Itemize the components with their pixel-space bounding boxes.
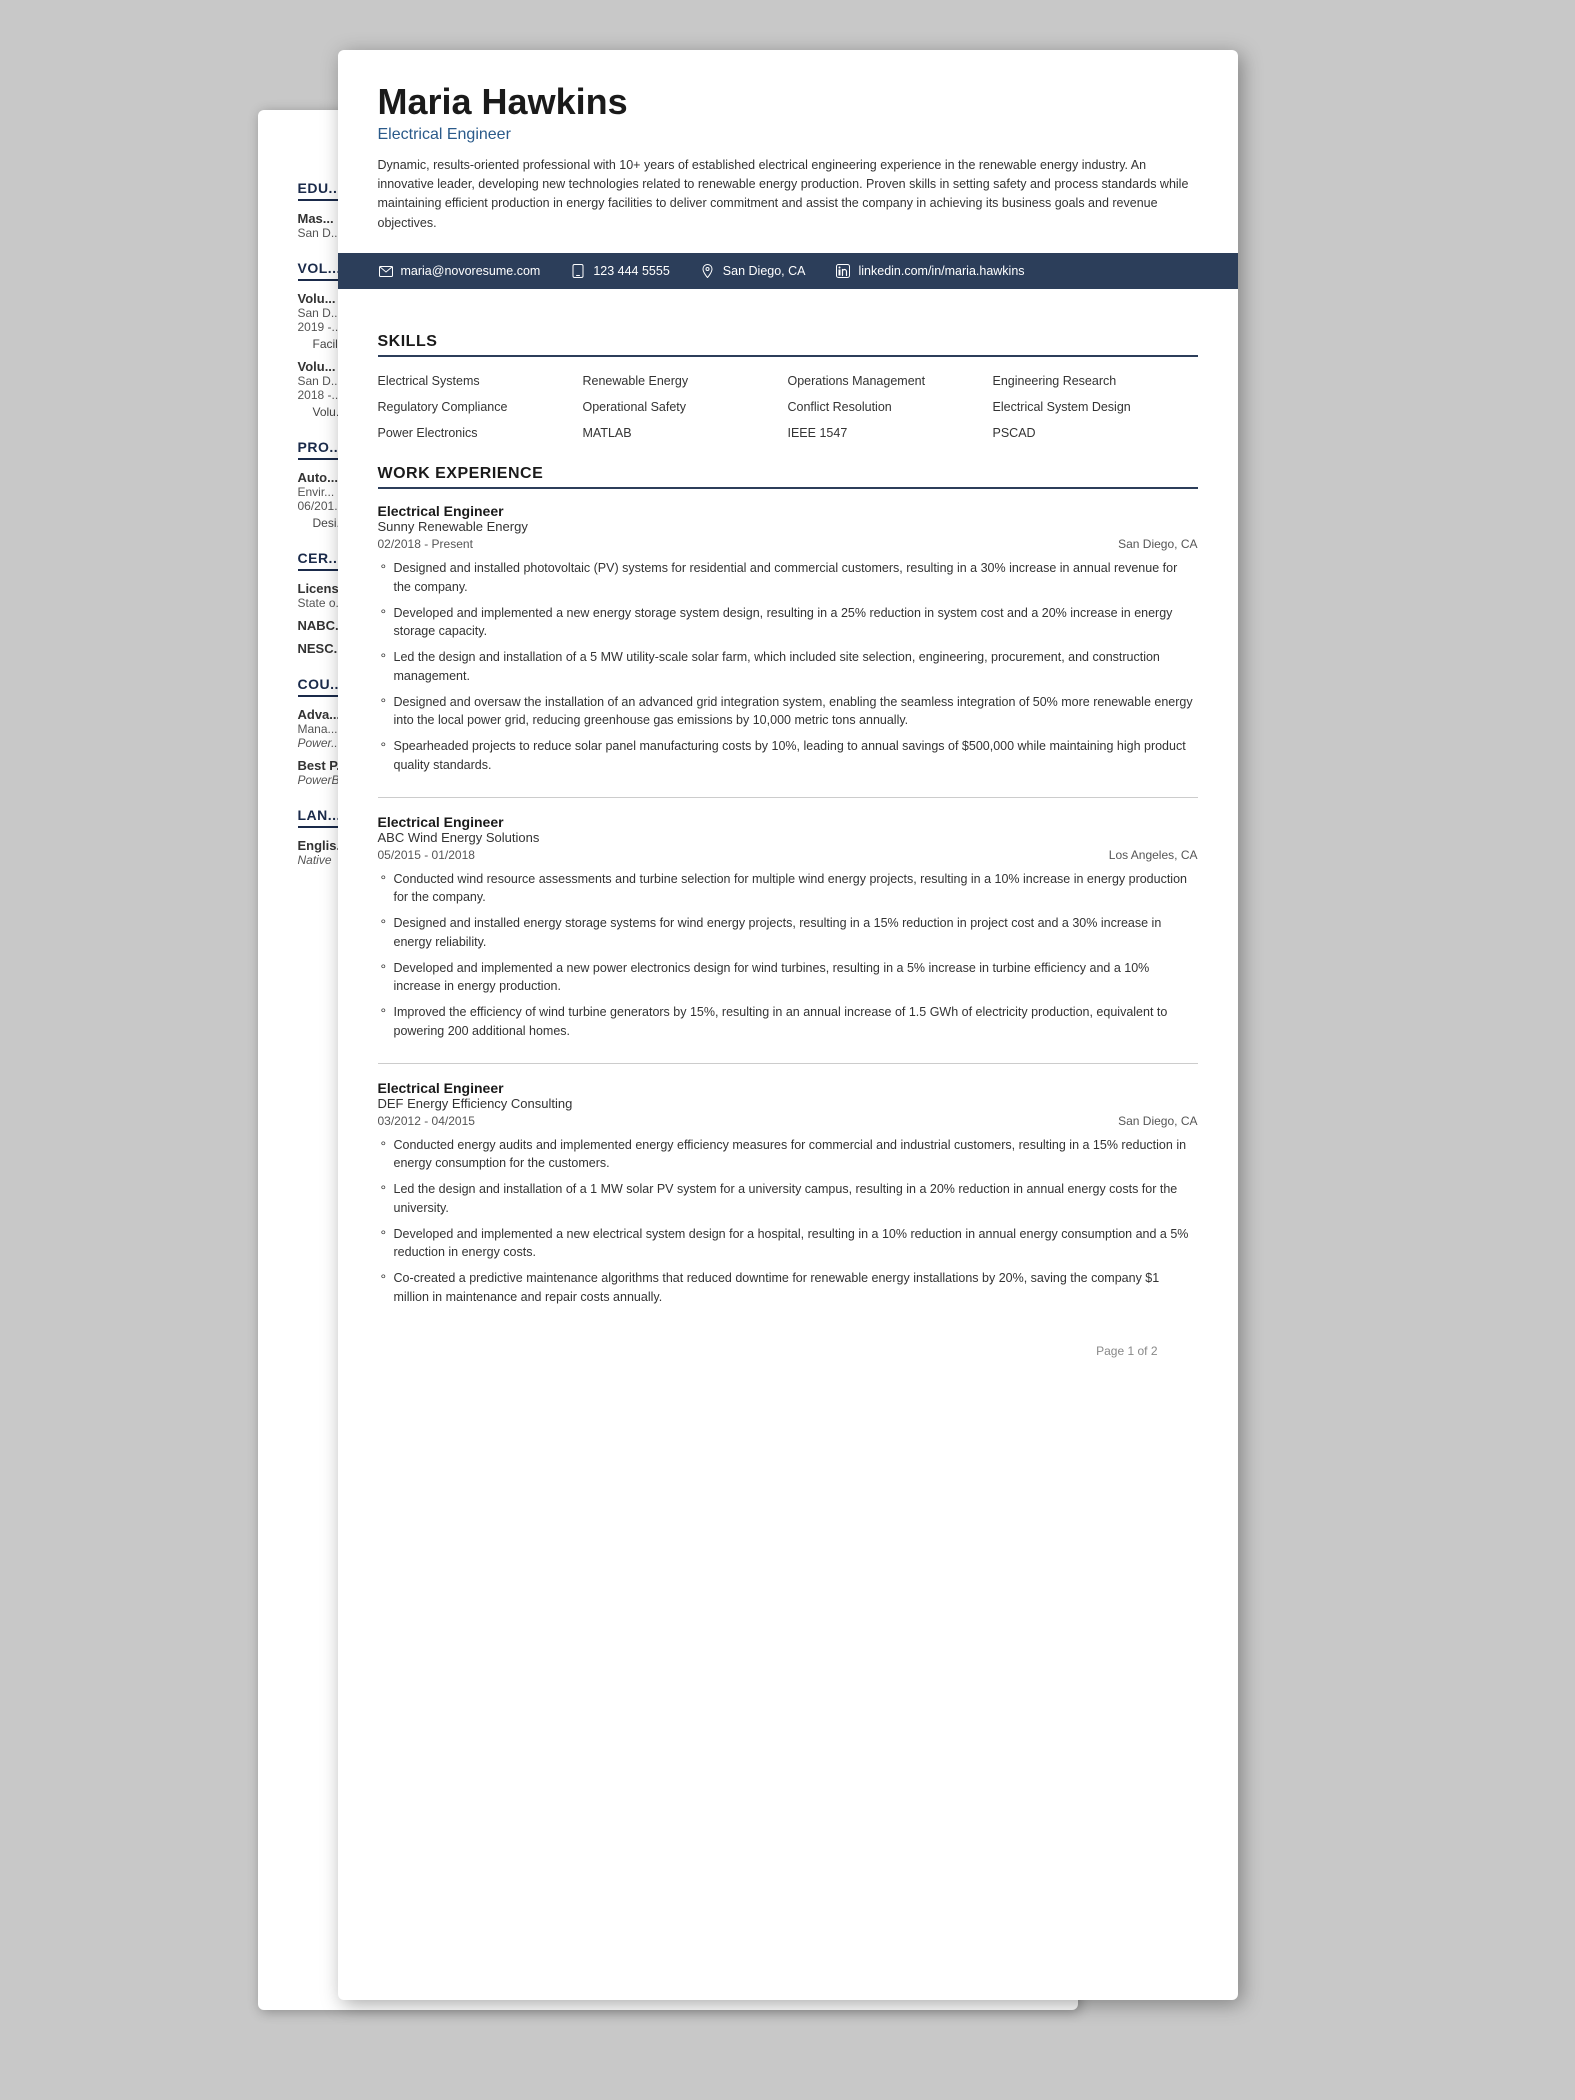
contact-bar: maria@novoresume.com 123 444 5555 bbox=[338, 253, 1238, 289]
job-location-2: San Diego, CA bbox=[1118, 1114, 1197, 1128]
work-entry-0: Electrical Engineer Sunny Renewable Ener… bbox=[378, 503, 1198, 775]
skills-section-title: SKILLS bbox=[378, 333, 1198, 357]
page-stack: EDU... Mas... San D... VOL... Volu... Sa… bbox=[338, 50, 1238, 2000]
page-1-number: Page 1 of 2 bbox=[378, 1329, 1198, 1373]
job-location-0: San Diego, CA bbox=[1118, 537, 1197, 551]
skill-0: Electrical Systems bbox=[378, 371, 583, 391]
job-title-2: Electrical Engineer bbox=[378, 1080, 1198, 1096]
contact-phone: 123 444 5555 bbox=[570, 263, 669, 279]
resume-body: SKILLS Electrical Systems Renewable Ener… bbox=[338, 289, 1238, 1395]
work-section-title: WORK EXPERIENCE bbox=[378, 465, 1198, 489]
bullet-0-3: Designed and oversaw the installation of… bbox=[378, 693, 1198, 731]
work-entry-1: Electrical Engineer ABC Wind Energy Solu… bbox=[378, 814, 1198, 1041]
skill-10: IEEE 1547 bbox=[788, 423, 993, 443]
contact-email: maria@novoresume.com bbox=[378, 263, 541, 279]
job-company-2: DEF Energy Efficiency Consulting bbox=[378, 1096, 1198, 1111]
skill-6: Conflict Resolution bbox=[788, 397, 993, 417]
skill-8: Power Electronics bbox=[378, 423, 583, 443]
candidate-name: Maria Hawkins bbox=[378, 82, 1198, 122]
skills-grid: Electrical Systems Renewable Energy Oper… bbox=[378, 371, 1198, 443]
skill-9: MATLAB bbox=[583, 423, 788, 443]
job-company-1: ABC Wind Energy Solutions bbox=[378, 830, 1198, 845]
skill-1: Renewable Energy bbox=[583, 371, 788, 391]
location-icon bbox=[700, 263, 716, 279]
location-value: San Diego, CA bbox=[723, 264, 806, 278]
phone-icon bbox=[570, 263, 586, 279]
bullet-0-1: Developed and implemented a new energy s… bbox=[378, 604, 1198, 642]
bullet-0-2: Led the design and installation of a 5 M… bbox=[378, 648, 1198, 686]
bullet-2-0: Conducted energy audits and implemented … bbox=[378, 1136, 1198, 1174]
phone-value: 123 444 5555 bbox=[593, 264, 669, 278]
page-1: Maria Hawkins Electrical Engineer Dynami… bbox=[338, 50, 1238, 2000]
job-meta-0: 02/2018 - Present San Diego, CA bbox=[378, 537, 1198, 551]
job-meta-2: 03/2012 - 04/2015 San Diego, CA bbox=[378, 1114, 1198, 1128]
bullet-2-2: Developed and implemented a new electric… bbox=[378, 1225, 1198, 1263]
job-dates-1: 05/2015 - 01/2018 bbox=[378, 848, 475, 862]
job-location-1: Los Angeles, CA bbox=[1109, 848, 1198, 862]
candidate-title: Electrical Engineer bbox=[378, 126, 1198, 144]
bullet-2-1: Led the design and installation of a 1 M… bbox=[378, 1180, 1198, 1218]
bullet-1-2: Developed and implemented a new power el… bbox=[378, 959, 1198, 997]
bullet-1-1: Designed and installed energy storage sy… bbox=[378, 914, 1198, 952]
resume-header: Maria Hawkins Electrical Engineer Dynami… bbox=[338, 50, 1238, 253]
skill-4: Regulatory Compliance bbox=[378, 397, 583, 417]
email-icon bbox=[378, 263, 394, 279]
job-bullets-0: Designed and installed photovoltaic (PV)… bbox=[378, 559, 1198, 775]
skill-3: Engineering Research bbox=[993, 371, 1198, 391]
job-company-0: Sunny Renewable Energy bbox=[378, 519, 1198, 534]
skill-7: Electrical System Design bbox=[993, 397, 1198, 417]
bullet-1-0: Conducted wind resource assessments and … bbox=[378, 870, 1198, 908]
candidate-summary: Dynamic, results-oriented professional w… bbox=[378, 156, 1198, 234]
job-bullets-1: Conducted wind resource assessments and … bbox=[378, 870, 1198, 1041]
work-entry-2: Electrical Engineer DEF Energy Efficienc… bbox=[378, 1080, 1198, 1307]
job-title-1: Electrical Engineer bbox=[378, 814, 1198, 830]
bullet-2-3: Co-created a predictive maintenance algo… bbox=[378, 1269, 1198, 1307]
work-divider-2 bbox=[378, 1063, 1198, 1064]
bullet-1-3: Improved the efficiency of wind turbine … bbox=[378, 1003, 1198, 1041]
job-dates-2: 03/2012 - 04/2015 bbox=[378, 1114, 475, 1128]
job-dates-0: 02/2018 - Present bbox=[378, 537, 473, 551]
bullet-0-4: Spearheaded projects to reduce solar pan… bbox=[378, 737, 1198, 775]
job-meta-1: 05/2015 - 01/2018 Los Angeles, CA bbox=[378, 848, 1198, 862]
skill-11: PSCAD bbox=[993, 423, 1198, 443]
work-divider-1 bbox=[378, 797, 1198, 798]
linkedin-icon bbox=[835, 263, 851, 279]
contact-linkedin: linkedin.com/in/maria.hawkins bbox=[835, 263, 1024, 279]
linkedin-value: linkedin.com/in/maria.hawkins bbox=[858, 264, 1024, 278]
job-bullets-2: Conducted energy audits and implemented … bbox=[378, 1136, 1198, 1307]
contact-location: San Diego, CA bbox=[700, 263, 806, 279]
skill-2: Operations Management bbox=[788, 371, 993, 391]
skill-5: Operational Safety bbox=[583, 397, 788, 417]
bullet-0-0: Designed and installed photovoltaic (PV)… bbox=[378, 559, 1198, 597]
email-value: maria@novoresume.com bbox=[401, 264, 541, 278]
job-title-0: Electrical Engineer bbox=[378, 503, 1198, 519]
